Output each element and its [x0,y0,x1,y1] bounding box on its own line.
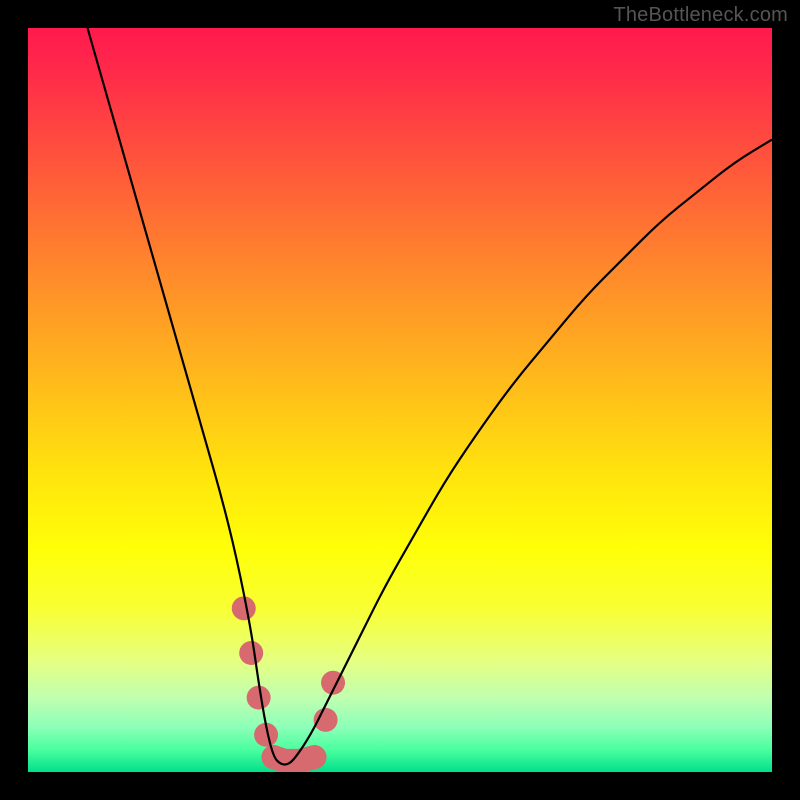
highlight-dot [247,686,271,710]
chart-frame: TheBottleneck.com [0,0,800,800]
curve-layer [28,28,772,772]
highlight-dot [232,596,256,620]
watermark-text: TheBottleneck.com [613,4,788,27]
bottleneck-curve [88,28,772,765]
highlight-dot [239,641,263,665]
plot-area [28,28,772,772]
